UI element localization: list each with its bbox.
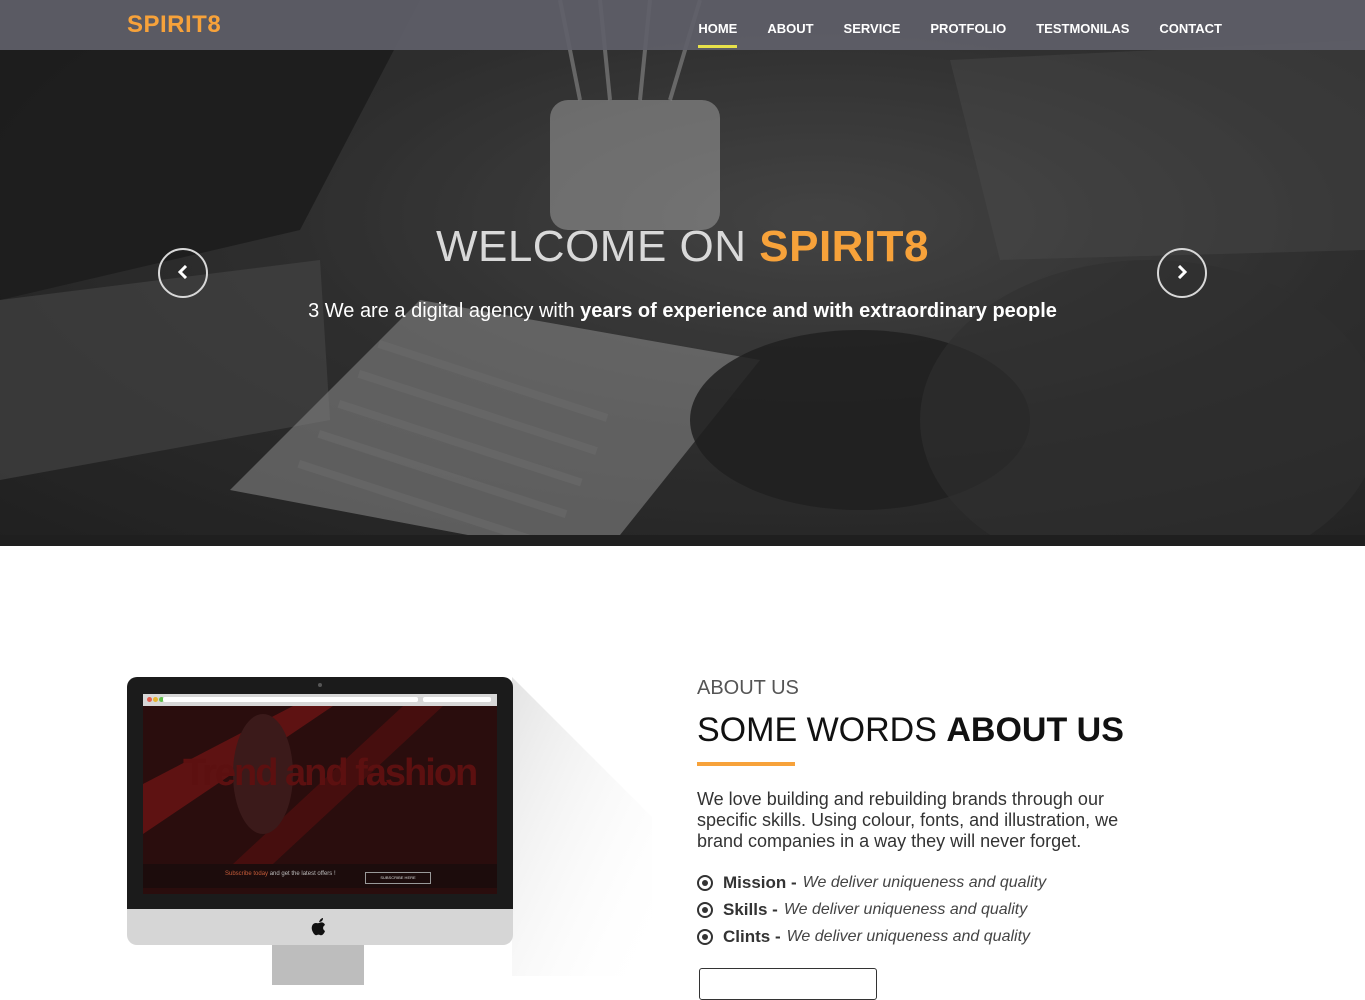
about-paragraph: We love building and rebuilding brands t… <box>697 789 1119 851</box>
screen-headline: Trend and fashion <box>183 752 478 794</box>
about-kicker: ABOUT US <box>697 677 799 699</box>
hero-subtitle: 3 We are a digital agency with years of … <box>0 300 1365 323</box>
list-item-desc: We deliver uniqueness and quality <box>802 873 1047 891</box>
list-item-desc: We deliver uniqueness and quality <box>783 900 1028 918</box>
close-dot-icon <box>147 697 152 702</box>
navbar: SPIRIT8 HOME ABOUT SERVICE PROTFOLIO TES… <box>0 0 1365 50</box>
list-item-key: Skills - <box>723 899 778 919</box>
minimize-dot-icon <box>153 697 158 702</box>
nav-menu: HOME ABOUT SERVICE PROTFOLIO TESTMONILAS… <box>668 0 1222 50</box>
screen-url-bar <box>163 697 418 702</box>
target-bullet-icon <box>697 901 713 918</box>
imac-chin <box>127 909 513 945</box>
apple-logo-icon <box>311 918 327 941</box>
camera-dot <box>318 683 322 687</box>
hero-title-accent: SPIRIT8 <box>759 222 930 271</box>
nav-item-about[interactable]: ABOUT <box>767 0 813 50</box>
imac-stand <box>272 945 364 985</box>
about-read-more-button[interactable] <box>699 968 877 1000</box>
target-bullet-icon <box>697 874 713 891</box>
list-item: Mission - We deliver uniqueness and qual… <box>697 869 1046 896</box>
hero-subtitle-plain: 3 We are a digital agency with <box>308 300 581 322</box>
hero-title: WELCOME ON SPIRIT8 <box>0 222 1365 272</box>
about-title-plain: SOME WORDS <box>697 711 947 749</box>
imac-shadow <box>512 677 652 976</box>
nav-item-service[interactable]: SERVICE <box>844 0 901 50</box>
list-item-key: Clints - <box>723 926 781 946</box>
screen-browser-bar <box>143 694 497 706</box>
hero-subtitle-bold: years of experience and with extraordina… <box>580 300 1057 322</box>
about-features-list: Mission - We deliver uniqueness and qual… <box>697 869 1046 950</box>
imac-screen: Trend and fashion Subscribe today and ge… <box>143 694 497 894</box>
screen-search-bar <box>423 697 491 702</box>
screen-subscribe-highlight: Subscribe today <box>225 871 269 877</box>
screen-subscribe-button: SUBSCRIBE HERE <box>365 872 431 884</box>
list-item: Skills - We deliver uniqueness and quali… <box>697 896 1046 923</box>
target-bullet-icon <box>697 928 713 945</box>
about-title-bold: ABOUT US <box>946 711 1124 749</box>
hero-bottom-strip <box>0 535 1365 546</box>
about-divider <box>697 762 795 766</box>
hero-slider: WELCOME ON SPIRIT8 3 We are a digital ag… <box>0 0 1365 546</box>
nav-item-testimonials[interactable]: TESTMONILAS <box>1036 0 1129 50</box>
brand-logo[interactable]: SPIRIT8 <box>127 11 221 39</box>
screen-subscribe-text: Subscribe today and get the latest offer… <box>225 871 336 877</box>
list-item-desc: We deliver uniqueness and quality <box>786 927 1031 945</box>
about-title: SOME WORDS ABOUT US <box>697 711 1124 750</box>
nav-item-portfolio[interactable]: PROTFOLIO <box>930 0 1006 50</box>
screen-subscribe-rest: and get the latest offers ! <box>268 871 336 877</box>
list-item-key: Mission - <box>723 872 797 892</box>
hero-title-prefix: WELCOME ON <box>435 222 760 271</box>
list-item: Clints - We deliver uniqueness and quali… <box>697 923 1046 950</box>
nav-item-contact[interactable]: CONTACT <box>1159 0 1222 50</box>
nav-item-home[interactable]: HOME <box>698 0 738 50</box>
